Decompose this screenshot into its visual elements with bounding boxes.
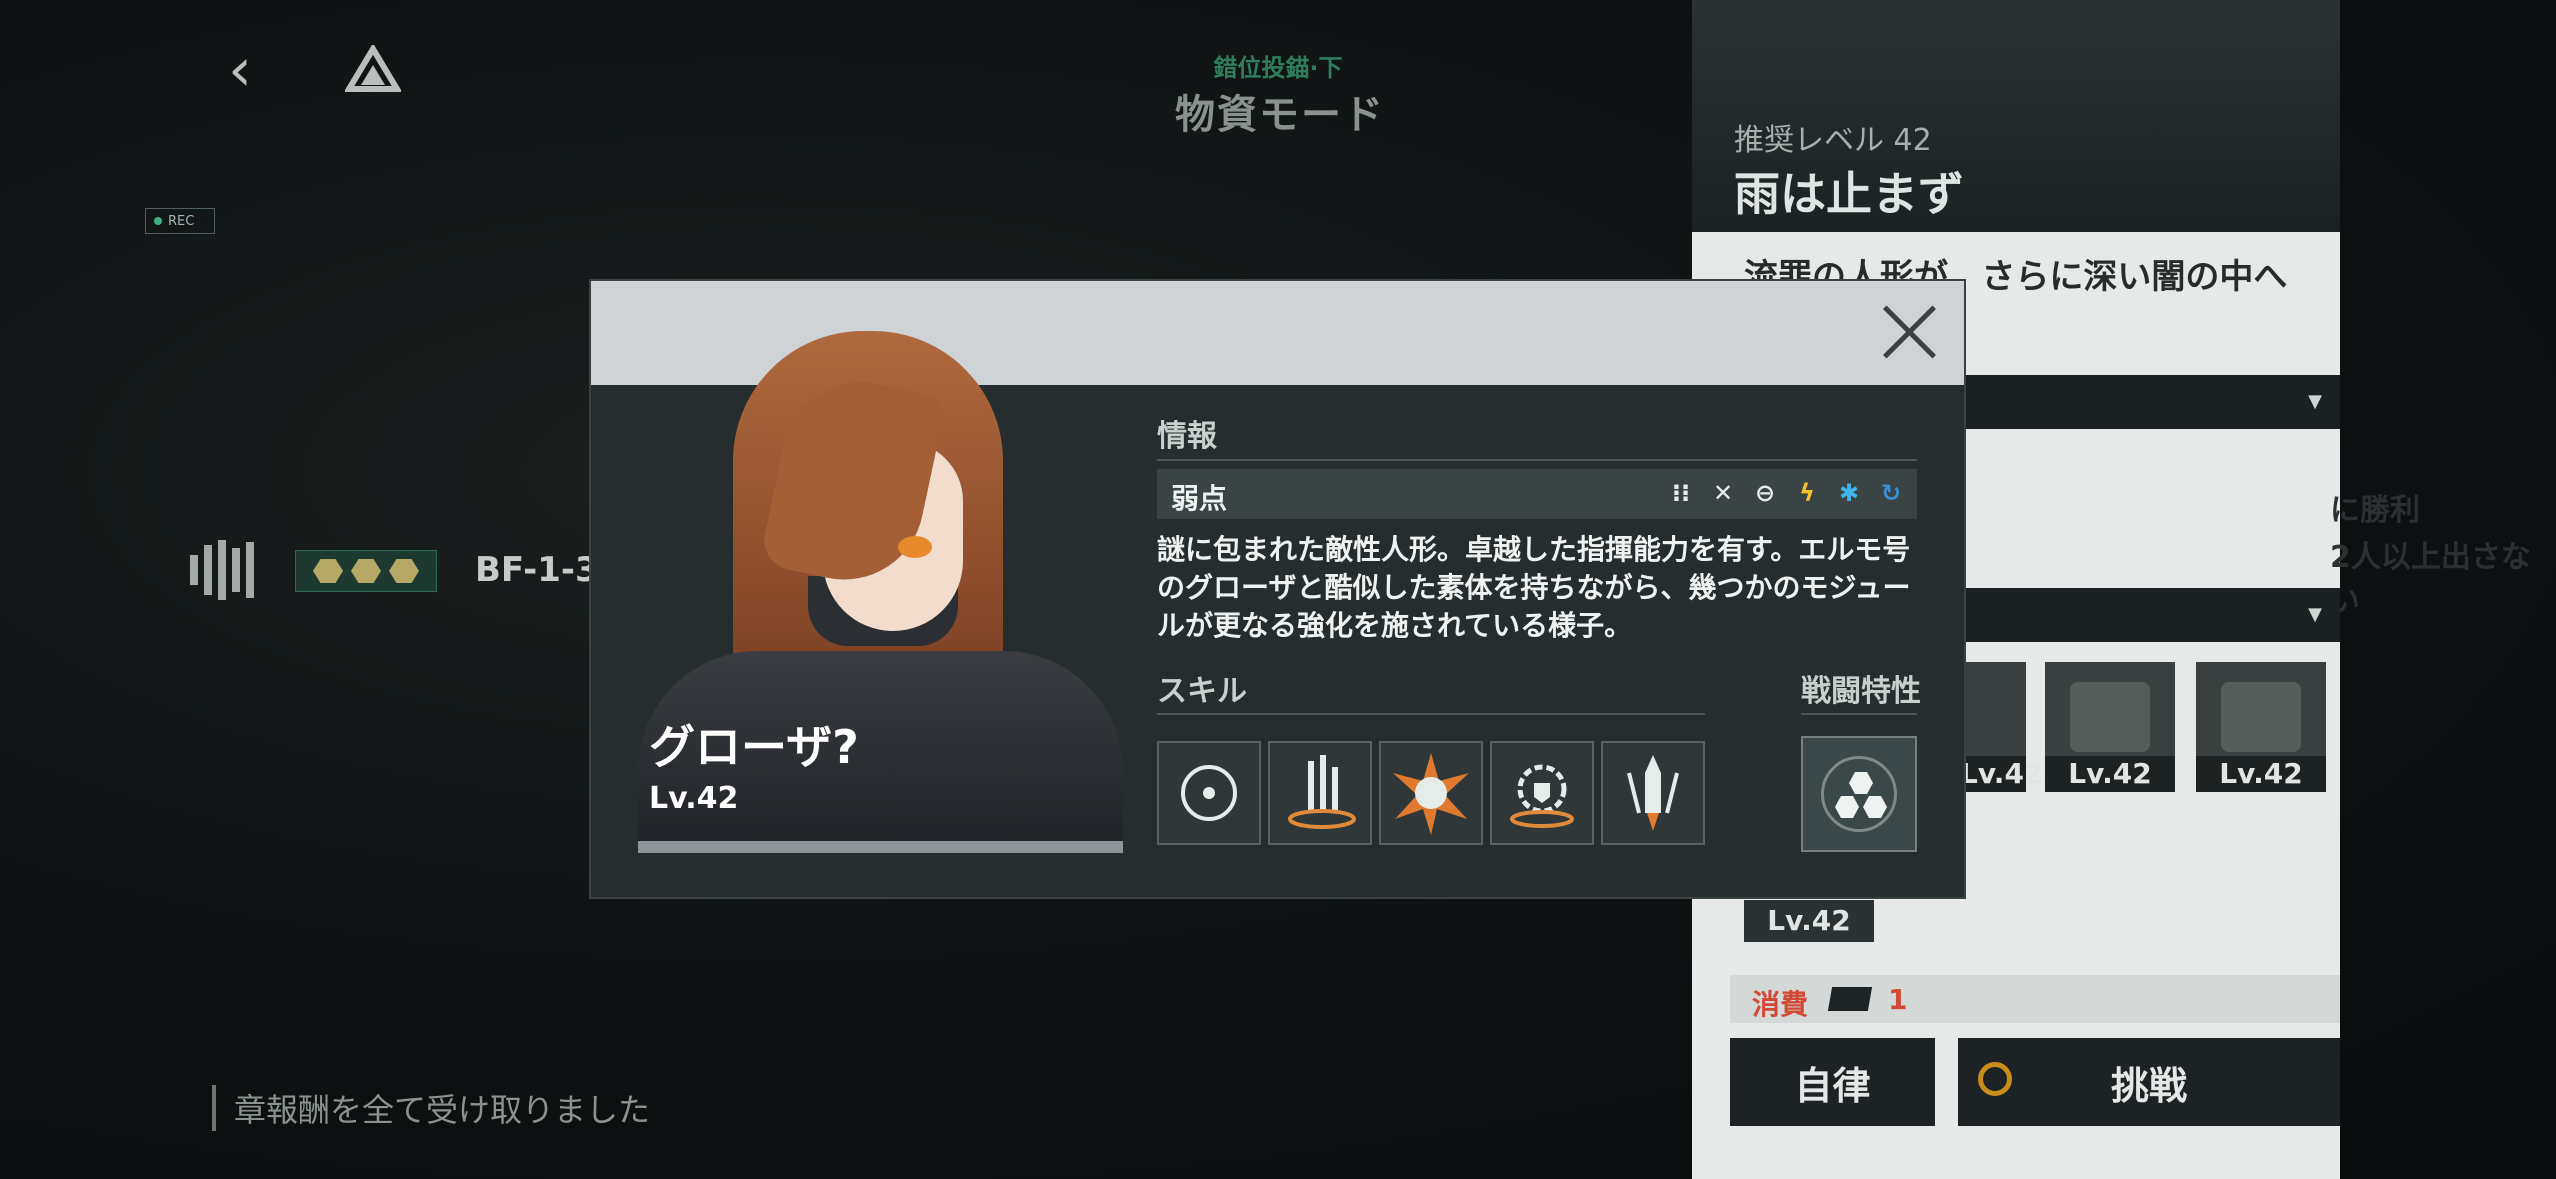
- electric-icon[interactable]: ϟ: [1791, 477, 1823, 509]
- skill-shield-drone[interactable]: [1490, 741, 1594, 845]
- enemy-card[interactable]: Lv.42: [2196, 662, 2326, 792]
- target-icon: [1181, 765, 1237, 821]
- explosion-icon: [1393, 753, 1469, 835]
- divider: [1157, 459, 1917, 461]
- character-level: Lv.42: [649, 781, 739, 816]
- pillar-icon: [1288, 755, 1356, 829]
- ticket-icon: [1827, 987, 1873, 1011]
- enemy-description: 謎に包まれた敵性人形。卓越した指揮能力を有す。エルモ号のグローザと酷似した素体を…: [1157, 533, 1911, 642]
- portrait-eye: [898, 536, 932, 558]
- stage-code: BF-1-3: [475, 550, 599, 590]
- auto-button[interactable]: 自律: [1730, 1038, 1935, 1126]
- combat-trait[interactable]: [1801, 736, 1917, 852]
- skill-missile[interactable]: [1601, 741, 1705, 845]
- mode-title: 物資モード: [1175, 92, 1385, 138]
- weakness-row: 弱点 ⁝⁝ ✕ ⊖ ϟ ✱ ↻: [1157, 469, 1917, 519]
- portrait-underbar: [638, 841, 1123, 853]
- enemy-level: Lv.42: [2045, 756, 2175, 792]
- reward-toast: 章報酬を全て受け取りました: [212, 1085, 650, 1131]
- rec-dot: [154, 217, 162, 225]
- cost-row: 消費 1: [1730, 975, 2340, 1023]
- skill-pillar[interactable]: [1268, 741, 1372, 845]
- enemy-portrait: [2070, 682, 2150, 752]
- rec-indicator: REC: [145, 208, 215, 234]
- enemy-level: Lv.42: [2196, 756, 2326, 792]
- freeze-icon[interactable]: ✱: [1833, 477, 1865, 509]
- recommended-level: 推奨レベル 42: [1734, 123, 1932, 158]
- enemy-level: Lv.42: [1960, 756, 2044, 792]
- skill-target[interactable]: [1157, 741, 1261, 845]
- traits-heading: 戦闘特性: [1801, 674, 1921, 709]
- weakness-label: 弱点: [1171, 482, 1228, 515]
- hex-cluster-icon: [1821, 756, 1897, 832]
- blast-icon[interactable]: ⊖: [1749, 477, 1781, 509]
- character-name: グローザ?: [649, 720, 859, 774]
- hydro-icon[interactable]: ↻: [1875, 477, 1907, 509]
- stage-difficulty-icon: [295, 550, 437, 592]
- challenge-button[interactable]: 挑戦: [1958, 1038, 2340, 1126]
- skills-heading: スキル: [1157, 674, 1247, 709]
- chevron-down-icon: ▼: [2308, 391, 2322, 412]
- cost-label: 消費: [1752, 988, 1809, 1021]
- skill-explosion[interactable]: [1379, 741, 1483, 845]
- divider: [1157, 713, 1705, 715]
- enemy-card[interactable]: Lv.42: [2045, 662, 2175, 792]
- missile-icon: [1627, 755, 1679, 831]
- stage-bars-icon: [190, 540, 285, 600]
- skills-list: [1157, 741, 1705, 851]
- close-button[interactable]: [1881, 303, 1939, 361]
- condition-2: 2人以上出さない: [2330, 540, 2531, 619]
- ring-icon: [1978, 1062, 2012, 1096]
- slash-icon[interactable]: ✕: [1707, 477, 1739, 509]
- info-heading: 情報: [1157, 419, 1217, 454]
- shield-drone-icon: [1510, 764, 1574, 828]
- enemy-portrait: [2221, 682, 2301, 752]
- weakness-icons: ⁝⁝ ✕ ⊖ ϟ ✱ ↻: [1665, 477, 1907, 509]
- enemy-card[interactable]: Lv.42: [1960, 662, 2044, 792]
- enemy-info-modal: グローザ? Lv.42 情報 弱点 ⁝⁝ ✕ ⊖ ϟ ✱ ↻ 謎に包まれた敵性人…: [589, 279, 1966, 899]
- cost-value: 1: [1888, 983, 1908, 1016]
- stage-node[interactable]: BF-1-3: [190, 540, 610, 600]
- condition-1: に勝利: [2330, 493, 2420, 528]
- enemy-level-small[interactable]: Lv.42: [1744, 900, 1874, 942]
- rec-label: REC: [168, 213, 195, 229]
- chevron-down-icon: ▼: [2308, 604, 2322, 625]
- pierce-icon[interactable]: ⁝⁝: [1665, 477, 1697, 509]
- challenge-label: 挑戦: [2110, 1065, 2187, 1108]
- divider: [1801, 713, 1917, 715]
- stage-name: 雨は止まず: [1734, 167, 1964, 221]
